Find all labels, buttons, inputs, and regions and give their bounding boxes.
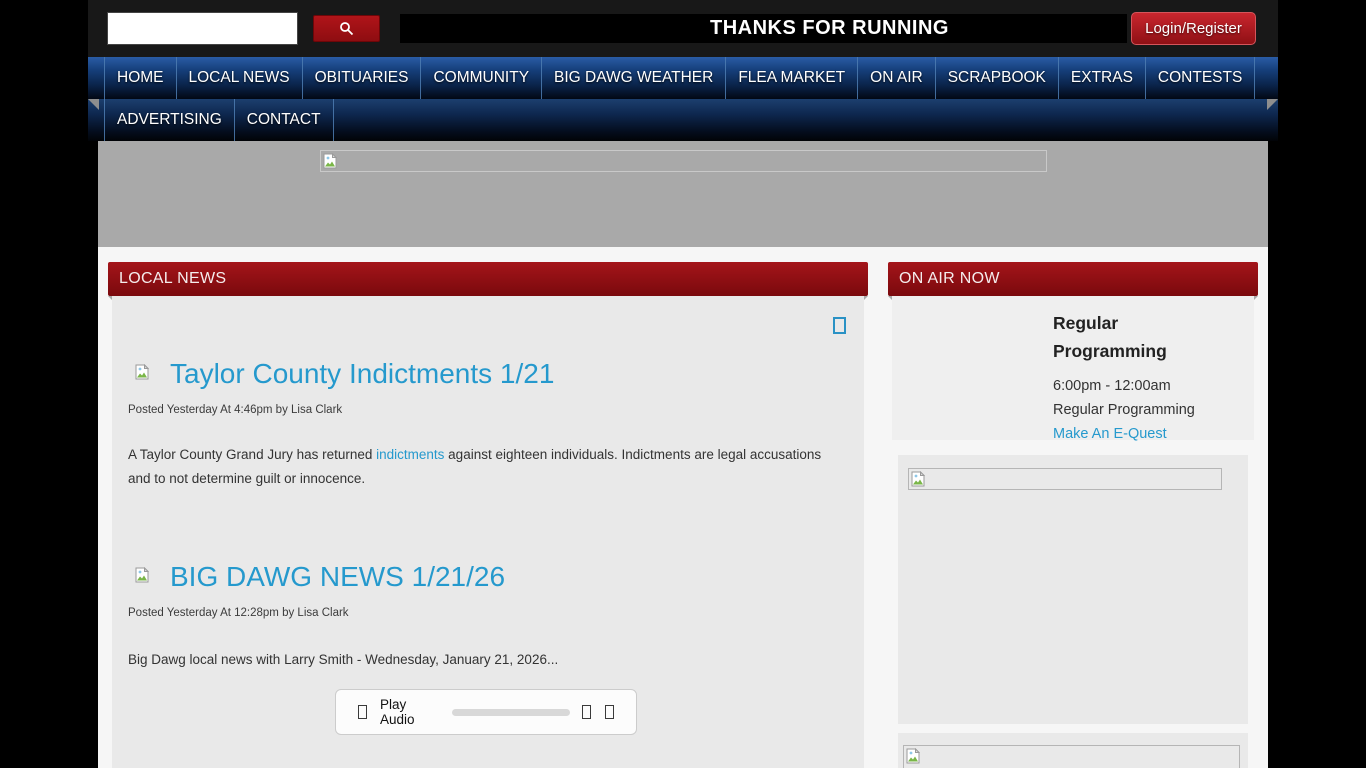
main-navigation: HOME LOCAL NEWS OBITUARIES COMMUNITY BIG… [88, 57, 1278, 141]
local-news-header: LOCAL NEWS [108, 262, 868, 306]
top-header: THANKS FOR RUNNING Login/Register [88, 0, 1278, 57]
search-icon [339, 21, 354, 36]
login-register-button[interactable]: Login/Register [1131, 12, 1256, 45]
nav-item-advertising[interactable]: ADVERTISING [104, 99, 234, 141]
article-2-body-text: Big Dawg local news with Larry Smith - W… [128, 652, 559, 667]
make-an-equest-link[interactable]: Make An E-Quest [1053, 422, 1167, 446]
broken-image-icon [911, 470, 926, 491]
broken-image-icon [323, 152, 338, 173]
nav-item-contact[interactable]: CONTACT [233, 99, 334, 141]
nav-item-big-dawg-weather[interactable]: BIG DAWG WEATHER [541, 57, 725, 99]
volume-icon[interactable] [582, 705, 591, 719]
show-title: Regular Programming [1053, 313, 1167, 361]
broken-image-icon [135, 566, 150, 588]
nav-item-on-air[interactable]: ON AIR [857, 57, 935, 99]
marquee-text: THANKS FOR RUNNING [710, 17, 949, 39]
nav-item-home[interactable]: HOME [104, 57, 176, 99]
nav-row-2: ADVERTISING CONTACT [88, 99, 1278, 141]
local-news-panel: Taylor County Indictments 1/21 Posted Ye… [112, 296, 864, 768]
on-air-now-header: ON AIR NOW [888, 262, 1258, 306]
page: THANKS FOR RUNNING Login/Register HOME L… [0, 0, 1366, 768]
search-input[interactable] [107, 12, 298, 45]
ad-banner-area [98, 141, 1268, 247]
sidebar-widget-2 [898, 733, 1248, 768]
show-description: Regular Programming [1053, 402, 1195, 418]
article-1-title[interactable]: Taylor County Indictments 1/21 [170, 358, 554, 390]
audio-player-label: Play Audio [380, 697, 415, 727]
ribbon-fold-right-icon [1267, 99, 1278, 110]
audio-menu-icon[interactable] [605, 705, 614, 719]
nav-item-obituaries[interactable]: OBITUARIES [301, 57, 421, 99]
article-2: BIG DAWG NEWS 1/21/26 [128, 561, 844, 593]
ribbon-fold-left-icon [88, 99, 99, 110]
nav-item-community[interactable]: COMMUNITY [420, 57, 541, 99]
article-1-posted: Posted Yesterday At 4:46pm by Lisa Clark [128, 404, 343, 416]
nav-item-extras[interactable]: EXTRAS [1057, 57, 1145, 99]
sidebar-image-placeholder [903, 745, 1240, 768]
on-air-now-panel: Regular Programming 6:00pm - 12:00am Reg… [892, 296, 1254, 442]
nav-item-local-news[interactable]: LOCAL NEWS [175, 57, 302, 99]
nav-row-1: HOME LOCAL NEWS OBITUARIES COMMUNITY BIG… [88, 57, 1278, 99]
sidebar-image-placeholder [908, 468, 1222, 490]
show-time: 6:00pm - 12:00am [1053, 378, 1171, 394]
article-2-title[interactable]: BIG DAWG NEWS 1/21/26 [170, 561, 505, 593]
broken-image-icon [135, 363, 150, 385]
search-button[interactable] [313, 15, 380, 42]
article-1: Taylor County Indictments 1/21 [128, 358, 844, 390]
marquee-banner: THANKS FOR RUNNING [400, 14, 1127, 43]
rss-icon[interactable] [833, 317, 846, 334]
content-area: LOCAL NEWS Taylor County Indictments 1/2… [98, 247, 1268, 768]
article-1-body: A Taylor County Grand Jury has returned … [128, 443, 844, 491]
nav-item-scrapbook[interactable]: SCRAPBOOK [934, 57, 1058, 99]
local-news-title: LOCAL NEWS [119, 270, 227, 287]
on-air-show-info: Regular Programming 6:00pm - 12:00am Reg… [1053, 309, 1218, 446]
article-1-body-link[interactable]: indictments [376, 447, 444, 462]
on-air-now-title: ON AIR NOW [899, 270, 1000, 287]
article-2-posted: Posted Yesterday At 12:28pm by Lisa Clar… [128, 607, 349, 619]
nav-item-flea-market[interactable]: FLEA MARKET [725, 57, 857, 99]
audio-progress-bar[interactable] [452, 708, 570, 716]
play-icon[interactable] [358, 705, 367, 719]
sidebar-widget-1 [898, 455, 1248, 724]
article-2-body: Big Dawg local news with Larry Smith - W… [128, 648, 844, 672]
article-1-body-text: A Taylor County Grand Jury has returned [128, 447, 377, 462]
audio-player: Play Audio [335, 689, 637, 735]
banner-image-placeholder [320, 150, 1047, 172]
broken-image-icon [906, 747, 921, 768]
nav-item-contests[interactable]: CONTESTS [1144, 57, 1256, 99]
